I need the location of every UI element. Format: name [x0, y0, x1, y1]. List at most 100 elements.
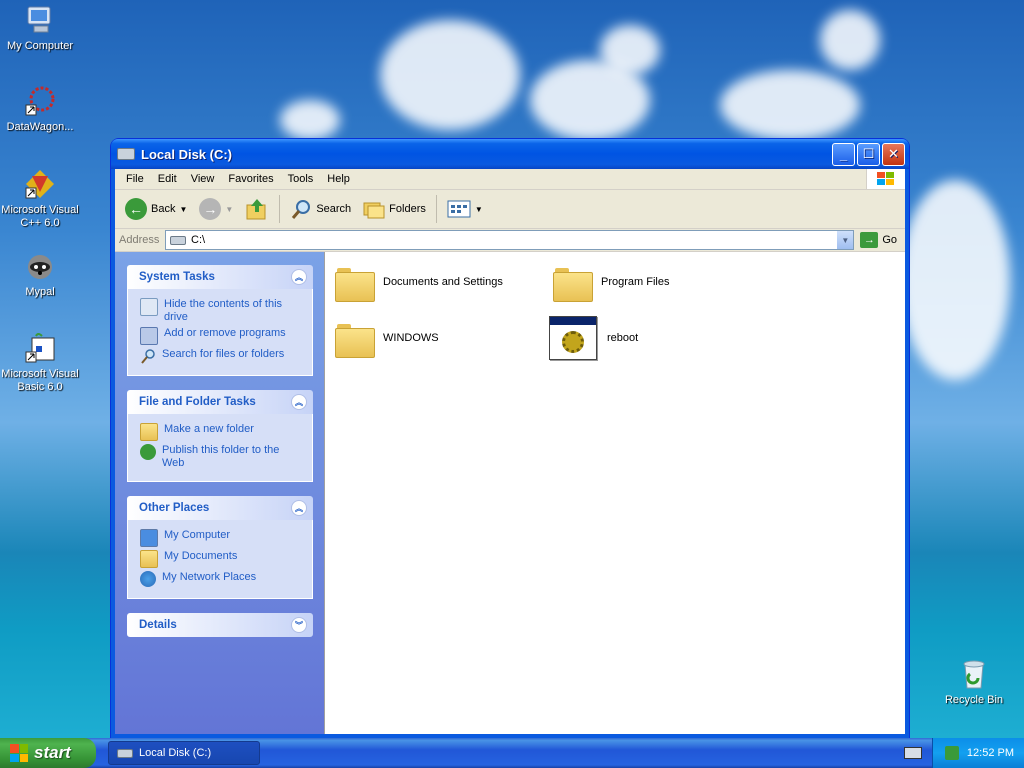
cloud — [280, 100, 340, 140]
expand-icon[interactable]: ︾ — [291, 617, 307, 633]
desktop-icon-datawagon[interactable]: DataWagon... — [0, 85, 80, 134]
address-bar: Address C:\ ▼ → Go — [115, 229, 905, 252]
panel-header[interactable]: System Tasks ︽ — [127, 265, 313, 289]
explorer-window: Local Disk (C:) _ ☐ ✕ File Edit View Fav… — [111, 139, 909, 738]
views-dropdown-icon: ▼ — [474, 204, 483, 214]
task-publish-folder[interactable]: Publish this folder to the Web — [140, 444, 302, 470]
back-label: Back — [151, 203, 176, 215]
clock[interactable]: 12:52 PM — [967, 747, 1014, 759]
toolbar: ← Back ▼ → ▼ Search Folders ▼ — [115, 190, 905, 229]
task-label: My Documents — [164, 550, 238, 562]
panel-title: File and Folder Tasks — [139, 396, 256, 408]
collapse-icon[interactable]: ︽ — [291, 394, 307, 410]
recycle-bin-icon — [958, 658, 990, 690]
file-name: reboot — [607, 332, 639, 344]
network-globe-icon — [140, 571, 156, 587]
file-name: Program Files — [601, 276, 670, 288]
network-tray-icon[interactable] — [944, 746, 959, 760]
taskbar-button-label: Local Disk (C:) — [139, 747, 212, 759]
computer-icon — [140, 529, 158, 547]
drive-icon — [170, 235, 186, 245]
task-label: Hide the contents of this drive — [164, 298, 283, 323]
go-label: Go — [882, 234, 897, 246]
keyboard-icon[interactable] — [904, 747, 922, 759]
cloud — [820, 10, 880, 70]
computer-icon — [24, 4, 56, 36]
desktop-icon-label: Microsoft Visual Basic 6.0 — [1, 368, 79, 393]
task-label: Publish this folder to the Web — [162, 444, 280, 469]
folders-button[interactable]: Folders — [359, 197, 430, 221]
maximize-button[interactable]: ☐ — [857, 142, 880, 166]
menu-tools[interactable]: Tools — [281, 173, 321, 185]
add-remove-programs-icon — [140, 327, 158, 345]
cloud — [900, 180, 1010, 380]
desktop-icon-recycle-bin[interactable]: Recycle Bin — [934, 658, 1014, 707]
menu-file[interactable]: File — [119, 173, 151, 185]
task-add-remove-programs[interactable]: Add or remove programs — [140, 327, 302, 345]
drive-icon — [117, 748, 133, 758]
panel-title: Details — [139, 619, 177, 631]
address-value: C:\ — [191, 234, 206, 246]
search-button[interactable]: Search — [286, 196, 355, 222]
task-search-files[interactable]: Search for files or folders — [140, 348, 302, 364]
datawagon-icon — [24, 85, 56, 117]
cloud — [380, 20, 520, 130]
task-hide-contents[interactable]: Hide the contents of this drive — [140, 298, 302, 324]
file-item[interactable]: reboot — [549, 316, 638, 360]
desktop-icon-my-computer[interactable]: My Computer — [0, 4, 80, 53]
desktop-icon-label: Recycle Bin — [944, 694, 1004, 706]
visual-cpp-icon — [24, 168, 56, 200]
file-item[interactable]: WINDOWS — [335, 322, 439, 358]
minimize-icon: _ — [839, 146, 848, 162]
task-make-new-folder[interactable]: Make a new folder — [140, 423, 302, 441]
panel-header[interactable]: Other Places ︽ — [127, 496, 313, 520]
menu-help[interactable]: Help — [320, 173, 357, 185]
menu-view[interactable]: View — [184, 173, 222, 185]
taskbar-button-local-disk[interactable]: Local Disk (C:) — [108, 741, 260, 765]
application-icon — [549, 316, 597, 360]
desktop-icon-visual-cpp[interactable]: Microsoft Visual C++ 6.0 — [0, 168, 80, 230]
task-pane: System Tasks ︽ Hide the contents of this… — [115, 252, 324, 734]
system-tray: 12:52 PM — [932, 738, 1024, 768]
close-icon: ✕ — [888, 146, 899, 161]
forward-dropdown-icon[interactable]: ▼ — [225, 205, 233, 214]
back-dropdown-icon[interactable]: ▼ — [179, 205, 187, 214]
menu-edit[interactable]: Edit — [151, 173, 184, 185]
desktop-icon-visual-basic[interactable]: Microsoft Visual Basic 6.0 — [0, 332, 80, 394]
drive-icon — [117, 148, 135, 160]
back-button[interactable]: ← Back ▼ — [121, 196, 191, 222]
search-icon — [292, 200, 311, 219]
place-my-documents[interactable]: My Documents — [140, 550, 302, 568]
desktop-icon-label: My Computer — [6, 40, 74, 52]
menu-favorites[interactable]: Favorites — [221, 173, 280, 185]
place-my-network-places[interactable]: My Network Places — [140, 571, 302, 587]
start-button[interactable]: start — [0, 738, 96, 768]
panel-header[interactable]: File and Folder Tasks ︽ — [127, 390, 313, 414]
details-panel: Details ︾ — [127, 613, 313, 637]
go-button[interactable]: → Go — [858, 232, 905, 248]
close-button[interactable]: ✕ — [882, 142, 905, 166]
views-button[interactable]: ▼ — [443, 198, 487, 220]
minimize-button[interactable]: _ — [832, 142, 855, 166]
start-label: start — [34, 743, 71, 762]
file-item[interactable]: Documents and Settings — [335, 266, 503, 302]
address-dropdown-button[interactable]: ▼ — [837, 231, 854, 249]
window-title: Local Disk (C:) — [141, 146, 233, 162]
folder-icon — [335, 322, 375, 358]
mypal-icon — [24, 250, 56, 282]
file-item[interactable]: Program Files — [553, 266, 670, 302]
desktop-icon-mypal[interactable]: Mypal — [0, 250, 80, 299]
desktop-icon-label: Mypal — [25, 286, 55, 298]
collapse-icon[interactable]: ︽ — [291, 500, 307, 516]
cloud — [720, 70, 860, 140]
collapse-icon[interactable]: ︽ — [291, 269, 307, 285]
go-arrow-icon: → — [860, 232, 879, 248]
desktop-icon-label: Microsoft Visual C++ 6.0 — [1, 204, 79, 229]
up-button[interactable] — [241, 195, 273, 223]
title-bar[interactable]: Local Disk (C:) _ ☐ ✕ — [111, 139, 909, 169]
task-label: Add or remove programs — [164, 327, 286, 339]
forward-button[interactable]: → ▼ — [195, 196, 237, 222]
address-input[interactable]: C:\ ▼ — [165, 230, 855, 250]
place-my-computer[interactable]: My Computer — [140, 529, 302, 547]
panel-header[interactable]: Details ︾ — [127, 613, 313, 637]
